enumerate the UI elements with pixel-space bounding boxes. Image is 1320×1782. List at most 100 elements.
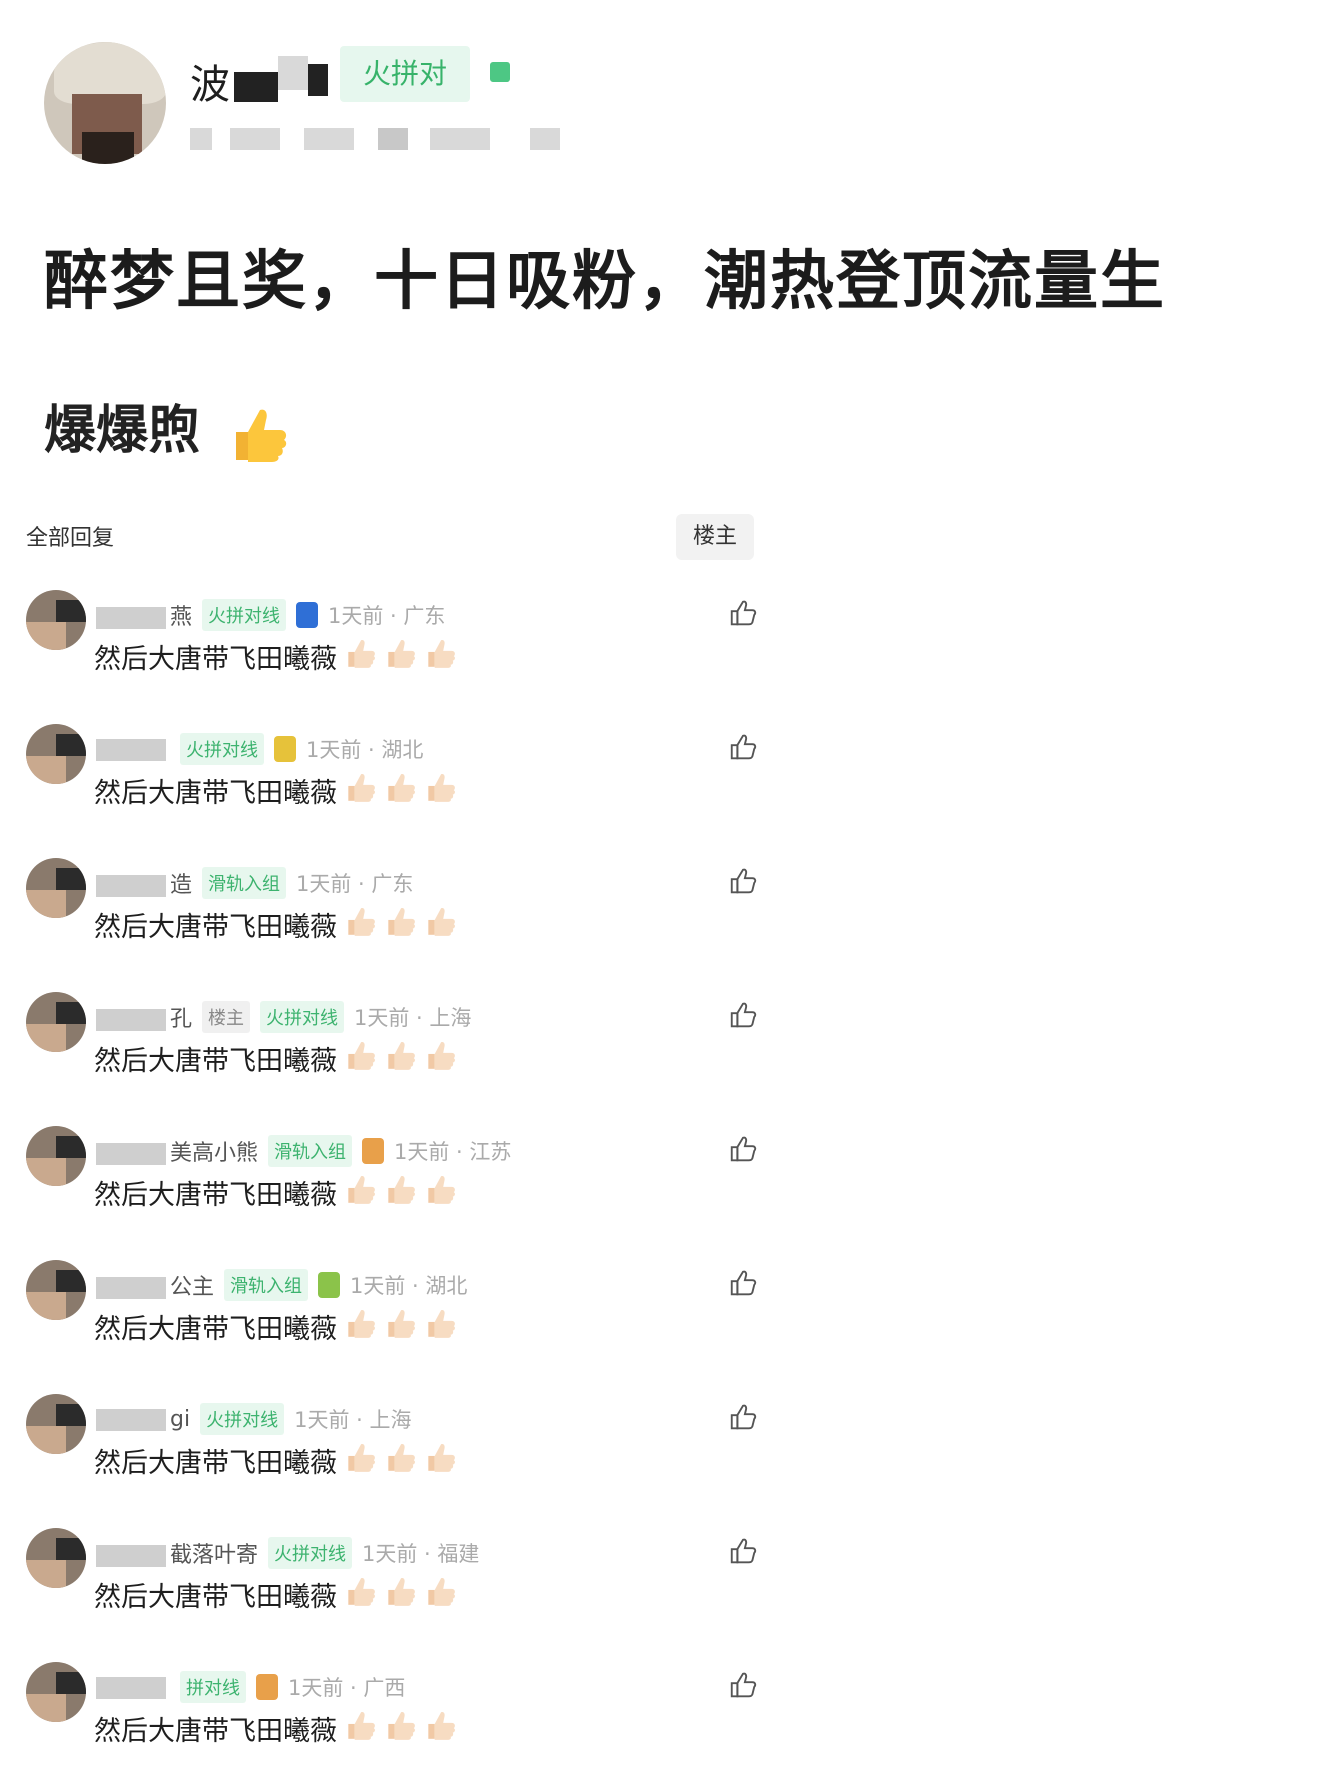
reply-text-content: 然后大唐带飞田曦薇 xyxy=(94,912,337,943)
thumbs-up-emoji-icon xyxy=(423,770,457,811)
reply-avatar[interactable] xyxy=(26,1126,86,1186)
thumbs-up-emoji-icon xyxy=(343,636,377,677)
author-badge: 火拼对 xyxy=(340,46,470,102)
card-medal-icon xyxy=(256,1674,278,1700)
reply-meta: gi 火拼对线 1天前 · 上海 xyxy=(96,1402,411,1436)
cake-medal-icon xyxy=(318,1272,341,1298)
reply-meta: 造滑轨入组 1天前 · 广东 xyxy=(96,866,413,900)
reply-text: 然后大唐带飞田曦薇 xyxy=(94,904,457,945)
thumbs-up-emoji-icon xyxy=(236,409,287,462)
like-icon[interactable] xyxy=(728,1268,758,1298)
thumbs-up-emoji-icon xyxy=(423,1038,457,1079)
reply-avatar[interactable] xyxy=(26,1394,86,1454)
reply-text-content: 然后大唐带飞田曦薇 xyxy=(94,1582,337,1613)
post-body-text: 爆爆煦 xyxy=(44,401,201,461)
reply-username[interactable]: 美高小熊 xyxy=(96,1135,258,1167)
thumbs-up-emoji-icon xyxy=(383,1708,417,1749)
username-mosaic xyxy=(96,1408,166,1431)
reply-text: 然后大唐带飞田曦薇 xyxy=(94,770,457,811)
reply-badge: 滑轨入组 xyxy=(202,867,287,899)
username-mosaic xyxy=(96,1676,166,1699)
reply-avatar[interactable] xyxy=(26,590,86,650)
reply-username[interactable]: 燕 xyxy=(96,599,192,631)
thumbs-up-emoji-icon xyxy=(343,1440,377,1481)
post-body: 爆爆煦 xyxy=(44,388,290,466)
reply-text: 然后大唐带飞田曦薇 xyxy=(94,1574,457,1615)
reply-item[interactable]: gi 火拼对线 1天前 · 上海 然后大唐带飞田曦薇 xyxy=(0,1394,780,1514)
reply-badge: 火拼对线 xyxy=(202,599,287,631)
reply-text: 然后大唐带飞田曦薇 xyxy=(94,1306,457,1347)
post-header: 波 火拼对 xyxy=(44,42,944,172)
can-medal-icon xyxy=(296,602,319,628)
reply-username[interactable]: gi xyxy=(96,1407,190,1432)
reply-avatar[interactable] xyxy=(26,1260,86,1320)
username-mosaic xyxy=(96,1009,166,1031)
like-icon[interactable] xyxy=(728,1536,758,1566)
post-title: 醉梦且奖，十日吸粉，潮热登顶流量生 xyxy=(44,245,1166,319)
reply-item[interactable]: 公主 滑轨入组 1天前 · 湖北 然后大唐带飞田曦薇 xyxy=(0,1260,780,1380)
reply-item[interactable]: 燕火拼对线 1天前 · 广东 然后大唐带飞田曦薇 xyxy=(0,590,780,710)
reply-username[interactable]: 造 xyxy=(96,867,192,899)
reply-text: 然后大唐带飞田曦薇 xyxy=(94,1038,457,1079)
reply-text: 然后大唐带飞田曦薇 xyxy=(94,1440,457,1481)
reply-text-content: 然后大唐带飞田曦薇 xyxy=(94,644,337,675)
thumbs-up-emoji-icon xyxy=(383,1440,417,1481)
thumbs-up-emoji-icon xyxy=(343,1172,377,1213)
reply-meta: 燕火拼对线 1天前 · 广东 xyxy=(96,598,445,632)
like-icon[interactable] xyxy=(728,1134,758,1164)
thumbs-up-emoji-icon xyxy=(343,1306,377,1347)
replies-label: 全部回复 xyxy=(26,526,115,551)
reply-item[interactable]: 美高小熊 滑轨入组 1天前 · 江苏然后大唐带飞田曦薇 xyxy=(0,1126,780,1246)
reply-avatar[interactable] xyxy=(26,724,86,784)
reply-avatar[interactable] xyxy=(26,858,86,918)
username-mosaic xyxy=(96,1277,166,1299)
thumbs-up-emoji-icon xyxy=(423,1708,457,1749)
reply-item[interactable]: 造滑轨入组 1天前 · 广东然后大唐带飞田曦薇 xyxy=(0,858,780,978)
reply-username[interactable] xyxy=(96,1675,170,1700)
reply-username-text: 公主 xyxy=(170,1275,215,1300)
reply-text: 然后大唐带飞田曦薇 xyxy=(94,1172,457,1213)
op-only-filter-button[interactable]: 楼主 xyxy=(676,514,754,560)
reply-time-location: 1天前 · 福建 xyxy=(362,1542,480,1566)
thumbs-up-emoji-icon xyxy=(343,1708,377,1749)
like-icon[interactable] xyxy=(728,1670,758,1700)
reply-item[interactable]: 拼对线 1天前 · 广西 然后大唐带飞田曦薇 xyxy=(0,1662,780,1782)
reply-meta: 美高小熊 滑轨入组 1天前 · 江苏 xyxy=(96,1134,511,1168)
thumbs-up-emoji-icon xyxy=(383,1038,417,1079)
like-icon[interactable] xyxy=(728,598,758,628)
thumbs-up-emoji-icon xyxy=(423,1574,457,1615)
reply-badge: 火拼对线 xyxy=(180,733,264,765)
thumbs-up-emoji-icon xyxy=(343,904,377,945)
reply-time-location: 1天前 · 上海 xyxy=(354,1006,472,1030)
reply-username[interactable]: 孔 xyxy=(96,1001,192,1033)
reply-time-location: 1天前 · 广东 xyxy=(296,872,414,896)
reply-username-text: 孔 xyxy=(170,1007,193,1032)
reply-badge: 火拼对线 xyxy=(260,1001,345,1033)
thumbs-up-emoji-icon xyxy=(423,904,457,945)
reply-item[interactable]: 截落叶寄 火拼对线 1天前 · 福建 然后大唐带飞田曦薇 xyxy=(0,1528,780,1648)
thumbs-up-emoji-icon xyxy=(383,770,417,811)
reply-item[interactable]: 火拼对线 1天前 · 湖北 然后大唐带飞田曦薇 xyxy=(0,724,780,844)
author-avatar[interactable] xyxy=(44,42,166,164)
reply-avatar[interactable] xyxy=(26,992,86,1052)
like-icon[interactable] xyxy=(728,1000,758,1030)
reply-badge: 火拼对线 xyxy=(200,1403,285,1435)
username-mosaic xyxy=(96,1545,166,1567)
username-mosaic xyxy=(96,738,166,761)
thumbs-up-emoji-icon xyxy=(383,636,417,677)
reply-username-text: 美高小熊 xyxy=(170,1141,259,1166)
reply-username[interactable]: 公主 xyxy=(96,1269,214,1301)
reply-username-text: 造 xyxy=(170,873,193,898)
reply-item[interactable]: 孔楼主 火拼对线 1天前 · 上海 然后大唐带飞田曦薇 xyxy=(0,992,780,1112)
reply-username[interactable]: 截落叶寄 xyxy=(96,1537,258,1569)
reply-username[interactable] xyxy=(96,737,170,762)
author-name[interactable]: 波 xyxy=(190,52,230,110)
reply-avatar[interactable] xyxy=(26,1662,86,1722)
reply-meta: 火拼对线 1天前 · 湖北 xyxy=(96,732,423,766)
reply-text-content: 然后大唐带飞田曦薇 xyxy=(94,778,337,809)
reply-avatar[interactable] xyxy=(26,1528,86,1588)
like-icon[interactable] xyxy=(728,866,758,896)
like-icon[interactable] xyxy=(728,732,758,762)
like-icon[interactable] xyxy=(728,1402,758,1432)
reply-badge: 拼对线 xyxy=(180,1671,246,1703)
